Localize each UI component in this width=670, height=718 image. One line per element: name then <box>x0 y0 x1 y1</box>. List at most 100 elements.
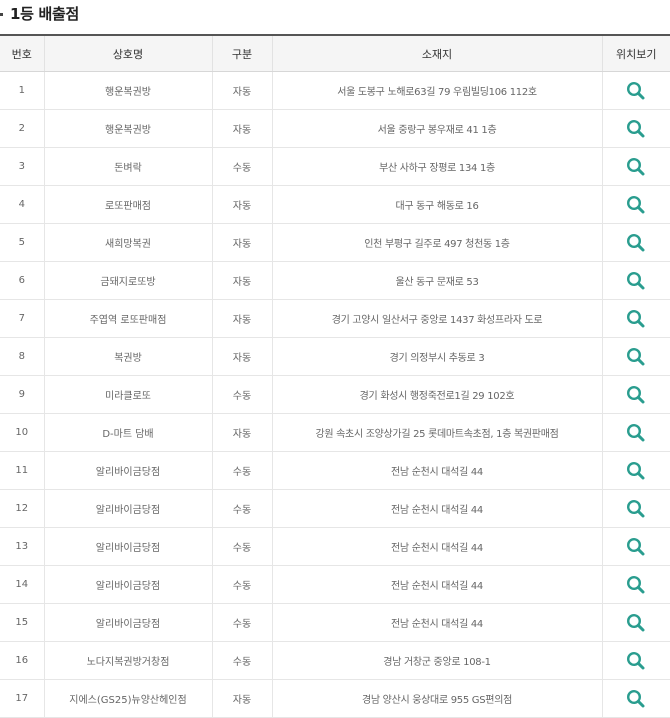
store-address: 전남 순천시 대석길 44 <box>271 565 602 604</box>
location-cell <box>601 451 670 490</box>
view-location-button[interactable] <box>625 346 647 368</box>
store-address: 서울 도봉구 노해로63길 79 우림빌딩106 112호 <box>271 71 602 110</box>
sale-type: 자동 <box>211 109 272 148</box>
view-location-button[interactable] <box>625 232 647 254</box>
search-icon <box>627 233 645 251</box>
row-number: 14 <box>0 565 44 604</box>
sale-type: 수동 <box>211 147 272 186</box>
store-name: 새희망복권 <box>43 223 212 262</box>
row-number: 5 <box>0 223 44 262</box>
sale-type: 자동 <box>211 337 272 376</box>
store-name: 알리바이금당점 <box>43 565 212 604</box>
store-name: 복권방 <box>43 337 212 376</box>
store-address: 경남 거창군 중앙로 108-1 <box>271 641 602 680</box>
location-cell <box>601 641 670 680</box>
section-header: 1등 배출점 <box>0 0 670 34</box>
view-location-button[interactable] <box>625 612 647 634</box>
location-cell <box>601 299 670 338</box>
store-name: 알리바이금당점 <box>43 603 212 642</box>
store-name: 행운복권방 <box>43 71 212 110</box>
view-location-button[interactable] <box>625 460 647 482</box>
view-location-button[interactable] <box>625 574 647 596</box>
store-name: 금돼지로또방 <box>43 261 212 300</box>
table-row: 7 주엽역 로또판매점 자동 경기 고양시 일산서구 중앙로 1437 화성프라자 도… <box>0 299 670 338</box>
search-icon <box>627 499 645 517</box>
store-name: 행운복권방 <box>43 109 212 148</box>
store-address: 경기 화성시 행정죽전로1길 29 102호 <box>271 375 602 414</box>
title-bullet <box>0 13 3 16</box>
view-location-button[interactable] <box>625 498 647 520</box>
table-row: 8 복권방 자동 경기 의정부시 추동로 3 <box>0 337 670 376</box>
sale-type: 자동 <box>211 71 272 110</box>
row-number: 15 <box>0 603 44 642</box>
location-cell <box>601 565 670 604</box>
location-cell <box>601 489 670 528</box>
view-location-button[interactable] <box>625 270 647 292</box>
store-name: 알리바이금당점 <box>43 451 212 490</box>
location-cell <box>601 413 670 452</box>
view-location-button[interactable] <box>625 384 647 406</box>
location-cell <box>601 603 670 642</box>
row-number: 7 <box>0 299 44 338</box>
store-address: 경남 양산시 웅상대로 955 GS편의점 <box>271 679 602 718</box>
view-location-button[interactable] <box>625 536 647 558</box>
table-row: 3 돈벼락 수동 부산 사하구 장평로 134 1층 <box>0 147 670 186</box>
view-location-button[interactable] <box>625 118 647 140</box>
table-row: 1 행운복권방 자동 서울 도봉구 노해로63길 79 우림빌딩106 112호 <box>0 71 670 110</box>
table-row: 2 행운복권방 자동 서울 중랑구 봉우재로 41 1층 <box>0 109 670 148</box>
search-icon <box>627 119 645 137</box>
sale-type: 수동 <box>211 527 272 566</box>
store-address: 대구 동구 해동로 16 <box>271 185 602 224</box>
sale-type: 자동 <box>211 185 272 224</box>
view-location-button[interactable] <box>625 194 647 216</box>
sale-type: 수동 <box>211 375 272 414</box>
store-name: 주엽역 로또판매점 <box>43 299 212 338</box>
search-icon <box>627 613 645 631</box>
store-address: 경기 의정부시 추동로 3 <box>271 337 602 376</box>
row-number: 6 <box>0 261 44 300</box>
row-number: 8 <box>0 337 44 376</box>
location-cell <box>601 337 670 376</box>
row-number: 3 <box>0 147 44 186</box>
search-icon <box>627 81 645 99</box>
row-number: 11 <box>0 451 44 490</box>
search-icon <box>627 271 645 289</box>
column-header-number: 번호 <box>0 35 44 72</box>
table-header-row: 번호 상호명 구분 소재지 위치보기 <box>0 35 670 72</box>
table-row: 11 알리바이금당점 수동 전남 순천시 대석길 44 <box>0 451 670 490</box>
search-icon <box>627 537 645 555</box>
location-cell <box>601 71 670 110</box>
table-row: 10 D-마트 담배 자동 강원 속초시 조양상가길 25 롯데마트속초점, 1층 복… <box>0 413 670 452</box>
sale-type: 수동 <box>211 641 272 680</box>
table-row: 13 알리바이금당점 수동 전남 순천시 대석길 44 <box>0 527 670 566</box>
location-cell <box>601 679 670 718</box>
row-number: 2 <box>0 109 44 148</box>
sale-type: 수동 <box>211 565 272 604</box>
search-icon <box>627 385 645 403</box>
row-number: 12 <box>0 489 44 528</box>
location-cell <box>601 375 670 414</box>
view-location-button[interactable] <box>625 650 647 672</box>
location-cell <box>601 185 670 224</box>
table-row: 4 로또판매점 자동 대구 동구 해동로 16 <box>0 185 670 224</box>
row-number: 16 <box>0 641 44 680</box>
view-location-button[interactable] <box>625 308 647 330</box>
location-cell <box>601 109 670 148</box>
view-location-button[interactable] <box>625 80 647 102</box>
store-name: 지에스(GS25)뉴양산헤인점 <box>43 679 212 718</box>
row-number: 17 <box>0 679 44 718</box>
view-location-button[interactable] <box>625 422 647 444</box>
store-address: 전남 순천시 대석길 44 <box>271 603 602 642</box>
store-name: 알리바이금당점 <box>43 489 212 528</box>
column-header-location: 위치보기 <box>601 35 670 72</box>
row-number: 4 <box>0 185 44 224</box>
sale-type: 수동 <box>211 489 272 528</box>
view-location-button[interactable] <box>625 156 647 178</box>
store-address: 부산 사하구 장평로 134 1층 <box>271 147 602 186</box>
location-cell <box>601 147 670 186</box>
view-location-button[interactable] <box>625 688 647 710</box>
store-address: 울산 동구 문재로 53 <box>271 261 602 300</box>
search-icon <box>627 423 645 441</box>
sale-type: 수동 <box>211 603 272 642</box>
table-row: 15 알리바이금당점 수동 전남 순천시 대석길 44 <box>0 603 670 642</box>
